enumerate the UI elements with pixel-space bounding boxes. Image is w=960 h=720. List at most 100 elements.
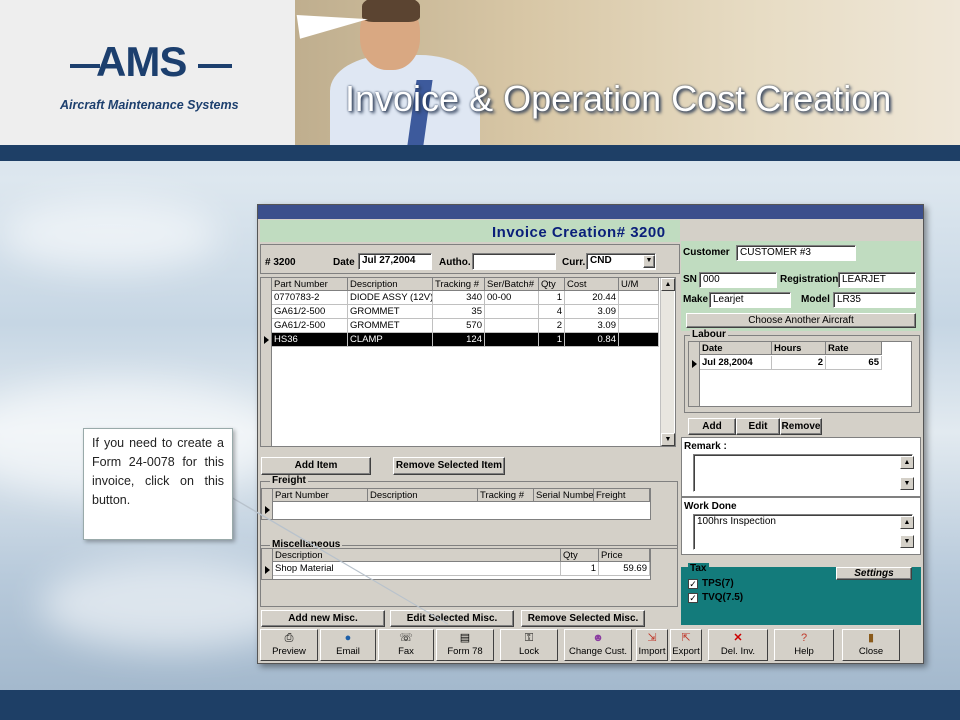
table-cell[interactable]: GA61/2-500 xyxy=(272,319,348,333)
scroll-down-icon[interactable]: ▼ xyxy=(900,477,914,490)
table-cell-selected[interactable] xyxy=(485,333,539,347)
remove-selected-misc-button[interactable]: Remove Selected Misc. xyxy=(521,610,645,627)
tax-settings-button[interactable]: Settings xyxy=(836,567,912,580)
fax-button[interactable]: ☏ Fax xyxy=(378,629,434,661)
table-cell[interactable]: 1 xyxy=(561,562,599,576)
table-cell[interactable] xyxy=(619,291,659,305)
close-button[interactable]: ▮ Close xyxy=(842,629,900,661)
change-cust-button[interactable]: ☻ Change Cust. xyxy=(564,629,632,661)
misc-grid[interactable]: Description Qty Price Shop Material 1 59… xyxy=(261,548,651,580)
labour-edit-button[interactable]: Edit xyxy=(736,418,780,435)
scroll-up-icon[interactable]: ▲ xyxy=(900,516,914,529)
table-cell[interactable]: 35 xyxy=(433,305,485,319)
tps-checkbox[interactable]: ✓ xyxy=(688,579,698,589)
column-header[interactable]: U/M xyxy=(619,278,659,291)
column-header[interactable]: Rate xyxy=(826,342,882,355)
column-header[interactable]: Date xyxy=(700,342,772,355)
labour-remove-button[interactable]: Remove xyxy=(780,418,822,435)
remark-textarea[interactable] xyxy=(693,454,913,492)
table-cell[interactable]: 20.44 xyxy=(565,291,619,305)
column-header[interactable]: Qty xyxy=(539,278,565,291)
table-cell-selected[interactable]: HS36 xyxy=(272,333,348,347)
registration-field[interactable]: LEARJET xyxy=(838,272,916,288)
table-cell[interactable]: 2 xyxy=(772,356,826,370)
freight-grid[interactable]: Part Number Description Tracking # Seria… xyxy=(261,488,651,520)
people-icon: ☻ xyxy=(592,632,604,644)
tvq-checkbox[interactable]: ✓ xyxy=(688,593,698,603)
scroll-up-icon[interactable]: ▲ xyxy=(900,456,914,469)
column-header[interactable]: Part Number xyxy=(272,278,348,291)
table-cell-selected[interactable]: 0.84 xyxy=(565,333,619,347)
table-cell[interactable]: GROMMET xyxy=(348,305,433,319)
table-cell[interactable]: Shop Material xyxy=(273,562,561,576)
table-cell[interactable]: 2 xyxy=(539,319,565,333)
table-cell[interactable]: 4 xyxy=(539,305,565,319)
add-item-button[interactable]: Add Item xyxy=(261,457,371,475)
toolbar-label: Export xyxy=(672,646,700,657)
form-78-button[interactable]: ▤ Form 78 xyxy=(436,629,494,661)
export-button[interactable]: ⇱ Export xyxy=(670,629,702,661)
window-title-bar xyxy=(258,205,923,219)
import-button[interactable]: ⇲ Import xyxy=(636,629,668,661)
scroll-down-icon[interactable]: ▼ xyxy=(661,433,675,446)
column-header[interactable]: Tracking # xyxy=(433,278,485,291)
sn-field[interactable]: 000 xyxy=(699,272,777,288)
items-scrollbar[interactable]: ▲ ▼ xyxy=(660,278,675,446)
column-header[interactable]: Qty xyxy=(561,549,599,562)
work-done-textarea[interactable]: 100hrs Inspection xyxy=(693,514,913,550)
table-cell[interactable]: Jul 28,2004 xyxy=(700,356,772,370)
table-cell[interactable]: 59.69 xyxy=(599,562,650,576)
scroll-up-icon[interactable]: ▲ xyxy=(661,278,675,291)
column-header[interactable]: Cost xyxy=(565,278,619,291)
table-cell-selected[interactable]: 1 xyxy=(539,333,565,347)
table-cell[interactable]: 00-00 xyxy=(485,291,539,305)
table-cell[interactable]: GROMMET xyxy=(348,319,433,333)
table-cell[interactable] xyxy=(485,305,539,319)
scroll-down-icon[interactable]: ▼ xyxy=(900,535,914,548)
edit-selected-misc-button[interactable]: Edit Selected Misc. xyxy=(390,610,514,627)
chevron-down-icon[interactable]: ▼ xyxy=(643,255,655,268)
remove-selected-item-button[interactable]: Remove Selected Item xyxy=(393,457,505,475)
help-button[interactable]: ? Help xyxy=(774,629,834,661)
column-header[interactable]: Ser/Batch# xyxy=(485,278,539,291)
column-header[interactable]: Description xyxy=(348,278,433,291)
column-header[interactable]: Price xyxy=(599,549,650,562)
table-cell-selected[interactable]: CLAMP xyxy=(348,333,433,347)
column-header[interactable]: Serial Number xyxy=(534,489,594,502)
column-header[interactable]: Description xyxy=(368,489,478,502)
work-done-label: Work Done xyxy=(684,501,737,512)
items-grid[interactable]: Part Number Description Tracking # Ser/B… xyxy=(260,277,676,447)
table-cell-selected[interactable] xyxy=(619,333,659,347)
column-header[interactable]: Freight xyxy=(594,489,650,502)
delete-invoice-button[interactable]: ✕ Del. Inv. xyxy=(708,629,768,661)
table-cell[interactable]: 1 xyxy=(539,291,565,305)
column-header[interactable]: Description xyxy=(273,549,561,562)
model-field[interactable]: LR35 xyxy=(833,292,916,308)
table-cell[interactable]: 3.09 xyxy=(565,305,619,319)
labour-grid[interactable]: Date Hours Rate Jul 28,2004 2 65 xyxy=(688,341,912,407)
table-cell[interactable]: 65 xyxy=(826,356,882,370)
table-cell[interactable] xyxy=(619,319,659,333)
preview-button[interactable]: ⎙ Preview xyxy=(260,629,318,661)
date-field[interactable]: Jul 27,2004 xyxy=(358,253,432,270)
table-cell[interactable]: 0770783-2 xyxy=(272,291,348,305)
add-new-misc-button[interactable]: Add new Misc. xyxy=(261,610,385,627)
customer-field[interactable]: CUSTOMER #3 xyxy=(736,245,856,261)
column-header[interactable]: Hours xyxy=(772,342,826,355)
table-cell[interactable]: DIODE ASSY (12V) xyxy=(348,291,433,305)
labour-add-button[interactable]: Add xyxy=(688,418,736,435)
autho-field[interactable] xyxy=(472,253,556,270)
email-button[interactable]: ● Email xyxy=(320,629,376,661)
table-cell[interactable] xyxy=(485,319,539,333)
make-field[interactable]: Learjet xyxy=(709,292,791,308)
table-cell[interactable]: 340 xyxy=(433,291,485,305)
column-header[interactable]: Tracking # xyxy=(478,489,534,502)
table-cell[interactable]: 570 xyxy=(433,319,485,333)
lock-button[interactable]: ⚿ Lock xyxy=(500,629,558,661)
column-header[interactable]: Part Number xyxy=(273,489,368,502)
choose-another-aircraft-button[interactable]: Choose Another Aircraft xyxy=(686,313,916,328)
table-cell[interactable] xyxy=(619,305,659,319)
table-cell[interactable]: GA61/2-500 xyxy=(272,305,348,319)
table-cell-selected[interactable]: 124 xyxy=(433,333,485,347)
table-cell[interactable]: 3.09 xyxy=(565,319,619,333)
